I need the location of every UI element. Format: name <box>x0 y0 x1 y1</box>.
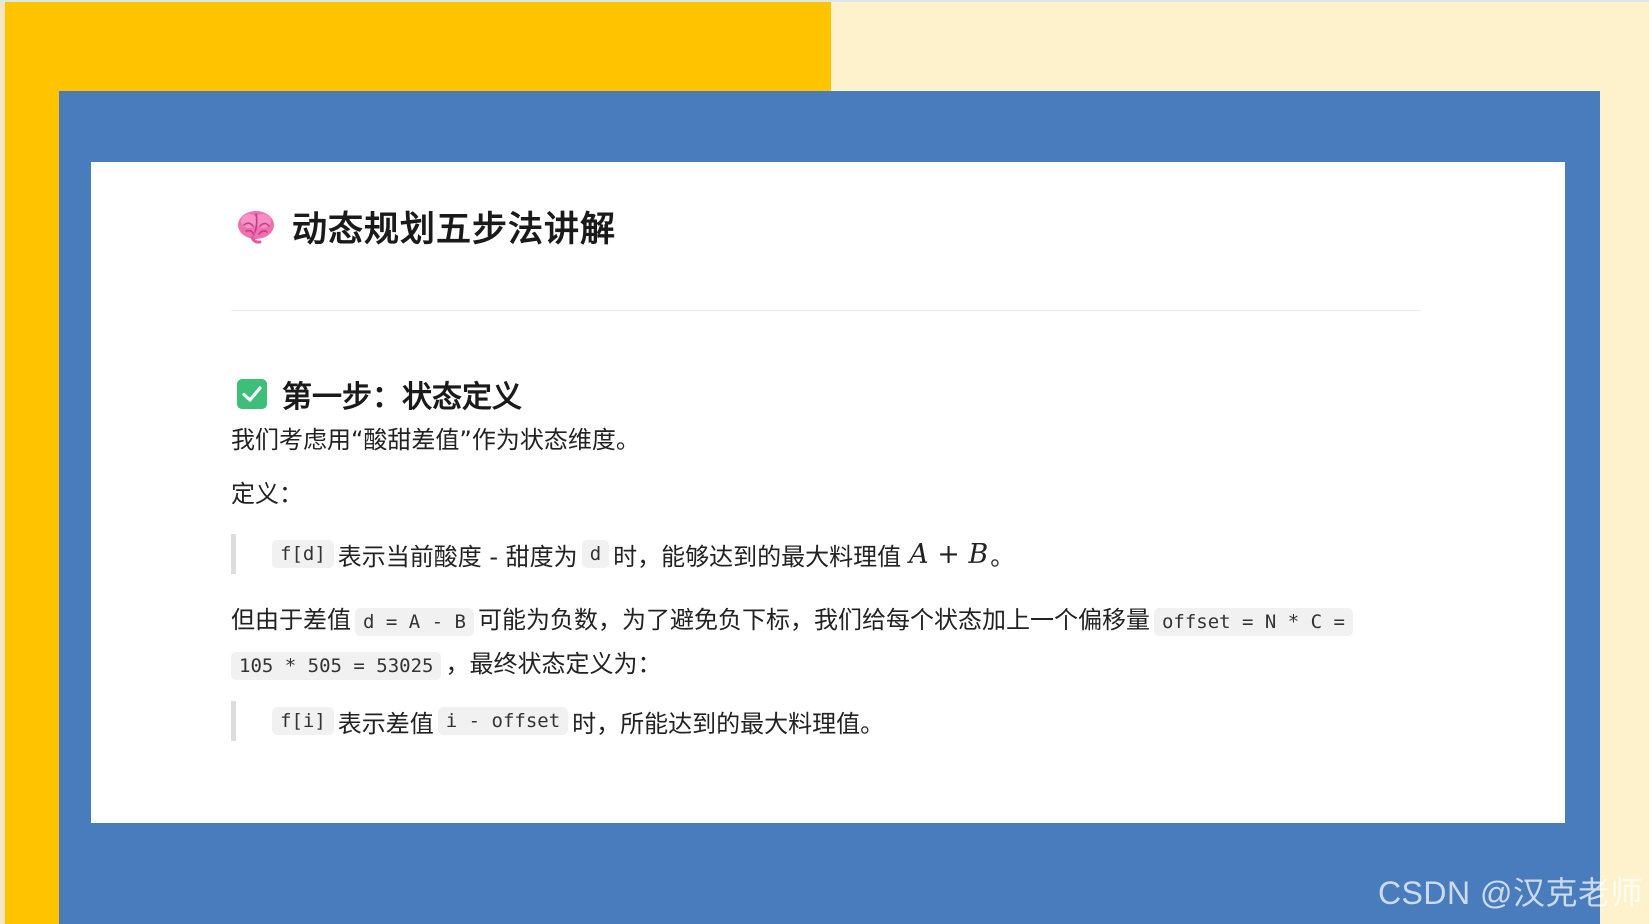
para2-text-b: 可能为负数，为了避免负下标，我们给每个状态加上一个偏移量 <box>477 606 1150 634</box>
section-heading-row: 第一步：状态定义 <box>231 372 522 416</box>
para2-text-c: ，最终状态定义为： <box>445 650 662 678</box>
offset-paragraph-line-2: 105 * 505 = 53025 ，最终状态定义为： <box>231 644 662 680</box>
code-i-offset: i - offset <box>437 707 569 735</box>
code-offset-part2: 105 * 505 = 53025 <box>231 652 442 680</box>
offset-paragraph-line-1: 但由于差值 d = A - B 可能为负数，为了避免负下标，我们给每个状态加上一个偏… <box>231 600 1357 636</box>
divider <box>231 310 1421 311</box>
page-title: 动态规划五步法讲解 <box>292 209 617 250</box>
content-card: 动态规划五步法讲解 第一步：状态定义 我们考虑用“酸甜差值”作为状态维度。 定义… <box>91 162 1565 823</box>
watermark: CSDN @汉克老师 <box>1377 875 1643 911</box>
definition-quote-1: f[d] 表示当前酸度 - 甜度为 d 时，能够达到的最大料理值 A + B 。 <box>231 534 1014 574</box>
code-f-i: f[i] <box>272 707 334 735</box>
para2-text-a: 但由于差值 <box>231 606 351 634</box>
background-left-strip <box>0 0 5 924</box>
checkmark-icon <box>236 378 268 410</box>
title-row: 动态规划五步法讲解 <box>231 200 616 252</box>
brain-icon <box>236 208 276 244</box>
quote2-text-b: 时，所能达到的最大料理值。 <box>572 709 885 738</box>
quote1-text-a: 表示当前酸度 - 甜度为 <box>337 542 578 571</box>
code-f-d: f[d] <box>272 540 334 568</box>
code-offset-part1: offset = N * C = <box>1153 608 1353 636</box>
quote1-text-b: 时，能够达到的最大料理值 <box>613 542 902 571</box>
intro-paragraph: 我们考虑用“酸甜差值”作为状态维度。 <box>231 426 640 454</box>
definition-label: 定义： <box>231 480 303 508</box>
background-top-line <box>0 0 1649 2</box>
section-title: 第一步：状态定义 <box>282 380 522 415</box>
definition-quote-2: f[i] 表示差值 i - offset 时，所能达到的最大料理值。 <box>231 701 884 741</box>
math-a-plus-b: A + B <box>909 538 989 570</box>
quote2-text-a: 表示差值 <box>337 709 434 738</box>
quote1-text-c: 。 <box>990 542 1015 571</box>
code-d: d <box>581 540 610 568</box>
code-diff: d = A - B <box>355 608 474 636</box>
